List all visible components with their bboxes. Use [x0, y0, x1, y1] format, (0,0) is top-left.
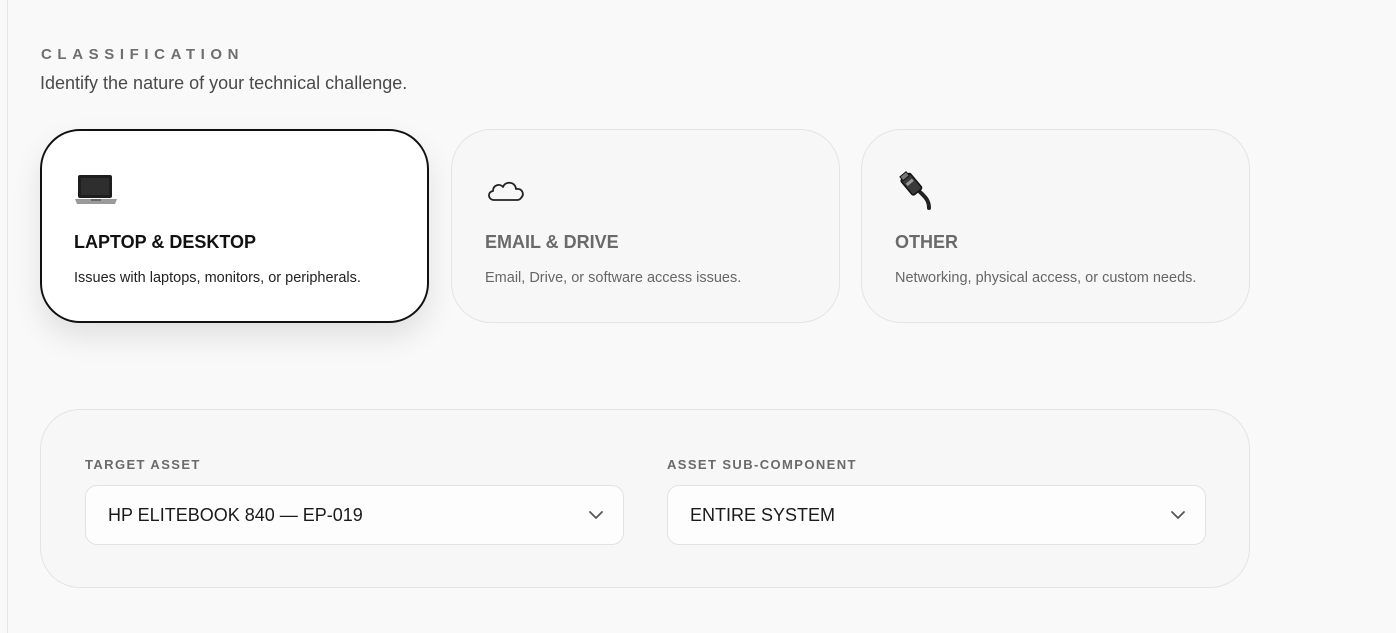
category-description: Networking, physical access, or custom n…: [895, 270, 1197, 286]
category-title: LAPTOP & DESKTOP: [74, 232, 257, 252]
asset-sub-component-value: ENTIRE SYSTEM: [690, 504, 836, 525]
section-label: CLASSIFICATION: [41, 46, 245, 63]
category-card-email-drive[interactable]: EMAIL & DRIVE Email, Drive, or software …: [451, 129, 840, 323]
category-description: Issues with laptops, monitors, or periph…: [74, 270, 361, 286]
section-subtitle: Identify the nature of your technical ch…: [40, 73, 408, 93]
cloud-icon: [488, 181, 524, 201]
laptop-icon: [75, 175, 117, 204]
category-card-laptop-desktop[interactable]: LAPTOP & DESKTOP Issues with laptops, mo…: [40, 129, 429, 323]
target-asset-select[interactable]: HP ELITEBOOK 840 — EP-019: [85, 485, 624, 545]
category-card-other[interactable]: OTHER Networking, physical access, or cu…: [861, 129, 1250, 323]
asset-sub-component-select[interactable]: ENTIRE SYSTEM: [667, 485, 1206, 545]
asset-sub-component-label: ASSET SUB-COMPONENT: [667, 457, 857, 472]
left-divider: [7, 0, 8, 633]
chevron-down-icon: [589, 511, 603, 519]
target-asset-value: HP ELITEBOOK 840 — EP-019: [108, 504, 363, 525]
category-title: EMAIL & DRIVE: [485, 232, 619, 252]
category-description: Email, Drive, or software access issues.: [485, 270, 742, 286]
target-asset-label: TARGET ASSET: [85, 457, 201, 472]
category-title: OTHER: [895, 232, 958, 252]
ethernet-cable-icon: [899, 170, 931, 210]
asset-selection-panel: TARGET ASSET HP ELITEBOOK 840 — EP-019 A…: [40, 409, 1250, 588]
chevron-down-icon: [1171, 511, 1185, 519]
